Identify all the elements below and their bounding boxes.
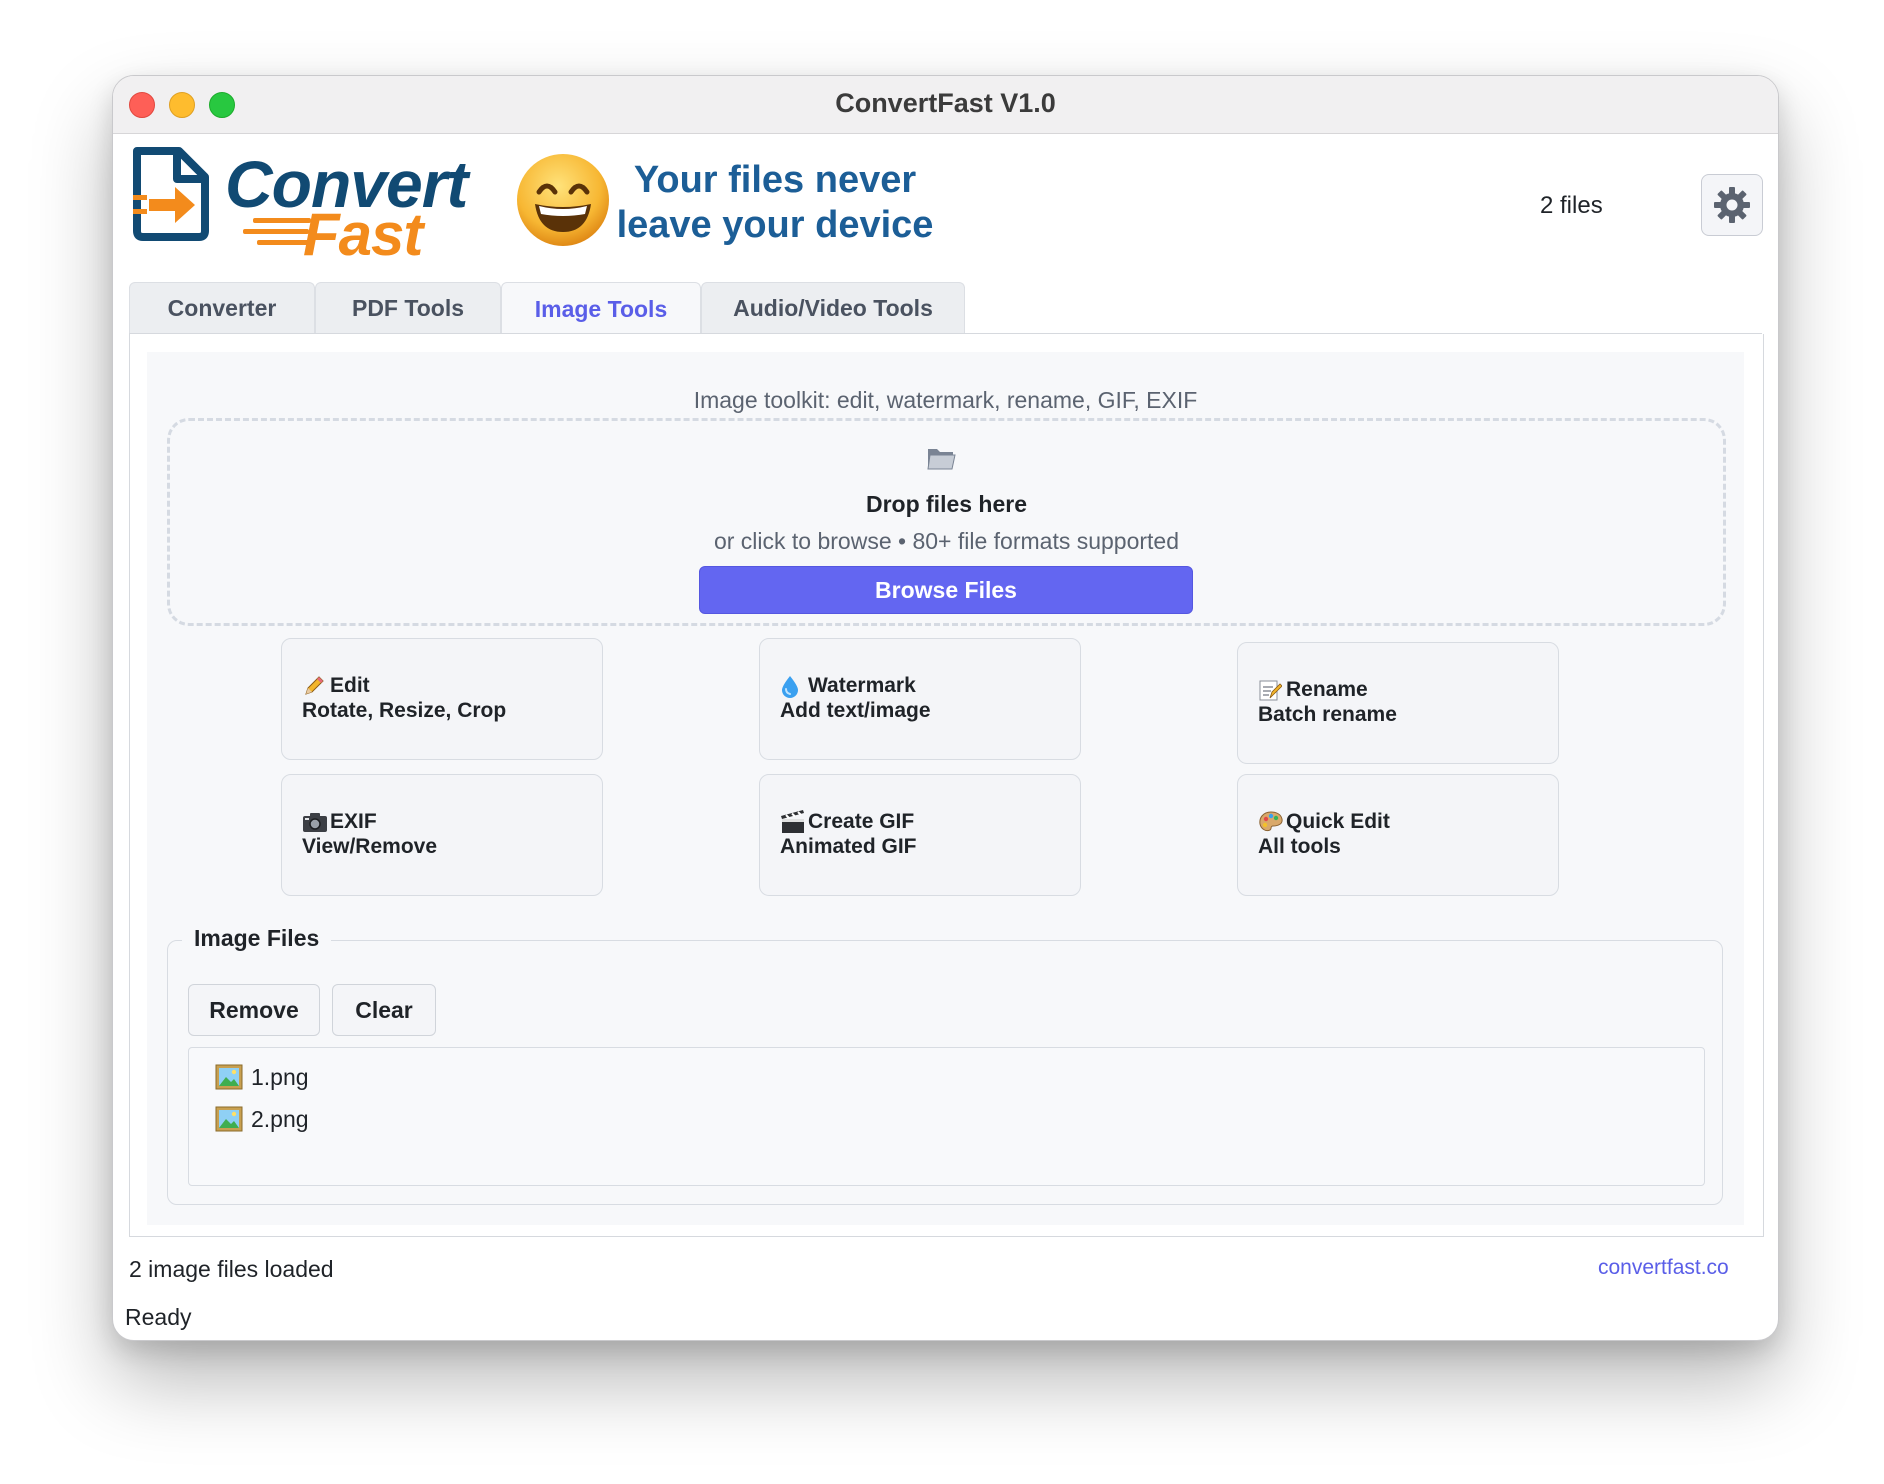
clapper-icon [780, 809, 808, 834]
window-title: ConvertFast V1.0 [835, 88, 1056, 118]
tool-card-edit[interactable]: Edit Rotate, Resize, Crop [281, 638, 603, 760]
folder-icon [926, 445, 956, 476]
file-drop-zone[interactable]: Drop files here or click to browse • 80+… [167, 418, 1726, 626]
logo-text-fast: Fast [303, 201, 423, 268]
file-name: 2.png [251, 1105, 309, 1132]
tagline-line-1: Your files never [633, 159, 917, 201]
picture-icon [215, 1106, 243, 1132]
status-ready: Ready [125, 1304, 192, 1330]
list-item[interactable]: 1.png [215, 1062, 309, 1092]
camera-icon [302, 811, 330, 833]
tagline: Your files never leave your device [615, 158, 935, 248]
picture-icon [215, 1064, 243, 1090]
tool-card-create-gif[interactable]: Create GIF Animated GIF [759, 774, 1081, 896]
files-count: 2 files [1540, 192, 1603, 219]
tool-card-exif[interactable]: EXIF View/Remove [281, 774, 603, 896]
remove-button[interactable]: Remove [188, 984, 320, 1036]
tool-card-rename[interactable]: Rename Batch rename [1237, 642, 1559, 764]
panel-subtitle: Image toolkit: edit, watermark, rename, … [693, 387, 1198, 413]
title-bar: ConvertFast V1.0 [113, 76, 1778, 134]
tool-create-gif-title: Create GIF [808, 810, 915, 833]
image-file-list[interactable]: 1.png 2.png [188, 1047, 1705, 1186]
image-files-label: Image Files [182, 925, 332, 952]
app-window: ConvertFast V1.0 Convert Fast Your files… [112, 75, 1779, 1341]
tab-image-tools[interactable]: Image Tools [501, 282, 701, 335]
tool-edit-title: Edit [330, 674, 370, 697]
tool-edit-desc: Rotate, Resize, Crop [302, 699, 507, 722]
document-arrow-icon [129, 145, 213, 248]
drop-zone-subtitle: or click to browse • 80+ file formats su… [713, 528, 1180, 554]
tool-watermark-desc: Add text/image [780, 699, 931, 722]
tool-rename-title: Rename [1286, 678, 1368, 701]
tagline-line-2: leave your device [616, 204, 934, 246]
droplet-icon [780, 674, 808, 698]
smiley-face-icon [515, 152, 611, 253]
memo-icon [1258, 678, 1286, 702]
image-tools-panel: Image toolkit: edit, watermark, rename, … [129, 334, 1764, 1237]
panel-content: Image toolkit: edit, watermark, rename, … [147, 352, 1744, 1225]
image-files-group: Image Files Remove Clear 1.png 2.png [167, 925, 1723, 1205]
tab-audio-video-tools[interactable]: Audio/Video Tools [701, 282, 965, 333]
tool-exif-desc: View/Remove [302, 835, 438, 858]
palette-icon [1258, 810, 1286, 834]
gear-icon [1714, 187, 1750, 223]
tool-card-watermark[interactable]: Watermark Add text/image [759, 638, 1081, 760]
file-name: 1.png [251, 1063, 309, 1090]
drop-zone-title: Drop files here [865, 491, 1028, 517]
tab-pdf-tools[interactable]: PDF Tools [315, 282, 501, 333]
tool-card-quick-edit[interactable]: Quick Edit All tools [1237, 774, 1559, 896]
browse-files-button[interactable]: Browse Files [699, 566, 1193, 614]
tool-exif-title: EXIF [330, 810, 377, 833]
pencil-icon [302, 674, 330, 698]
list-item[interactable]: 2.png [215, 1104, 309, 1134]
status-message: 2 image files loaded [129, 1256, 334, 1282]
website-link[interactable]: convertfast.co [1598, 1256, 1729, 1280]
settings-button[interactable] [1701, 174, 1763, 236]
tool-quick-edit-desc: All tools [1258, 835, 1341, 858]
tab-converter[interactable]: Converter [129, 282, 315, 333]
tool-watermark-title: Watermark [808, 674, 916, 697]
tool-quick-edit-title: Quick Edit [1286, 810, 1390, 833]
clear-button[interactable]: Clear [332, 984, 436, 1036]
tool-rename-desc: Batch rename [1258, 703, 1397, 726]
tool-create-gif-desc: Animated GIF [780, 835, 917, 858]
